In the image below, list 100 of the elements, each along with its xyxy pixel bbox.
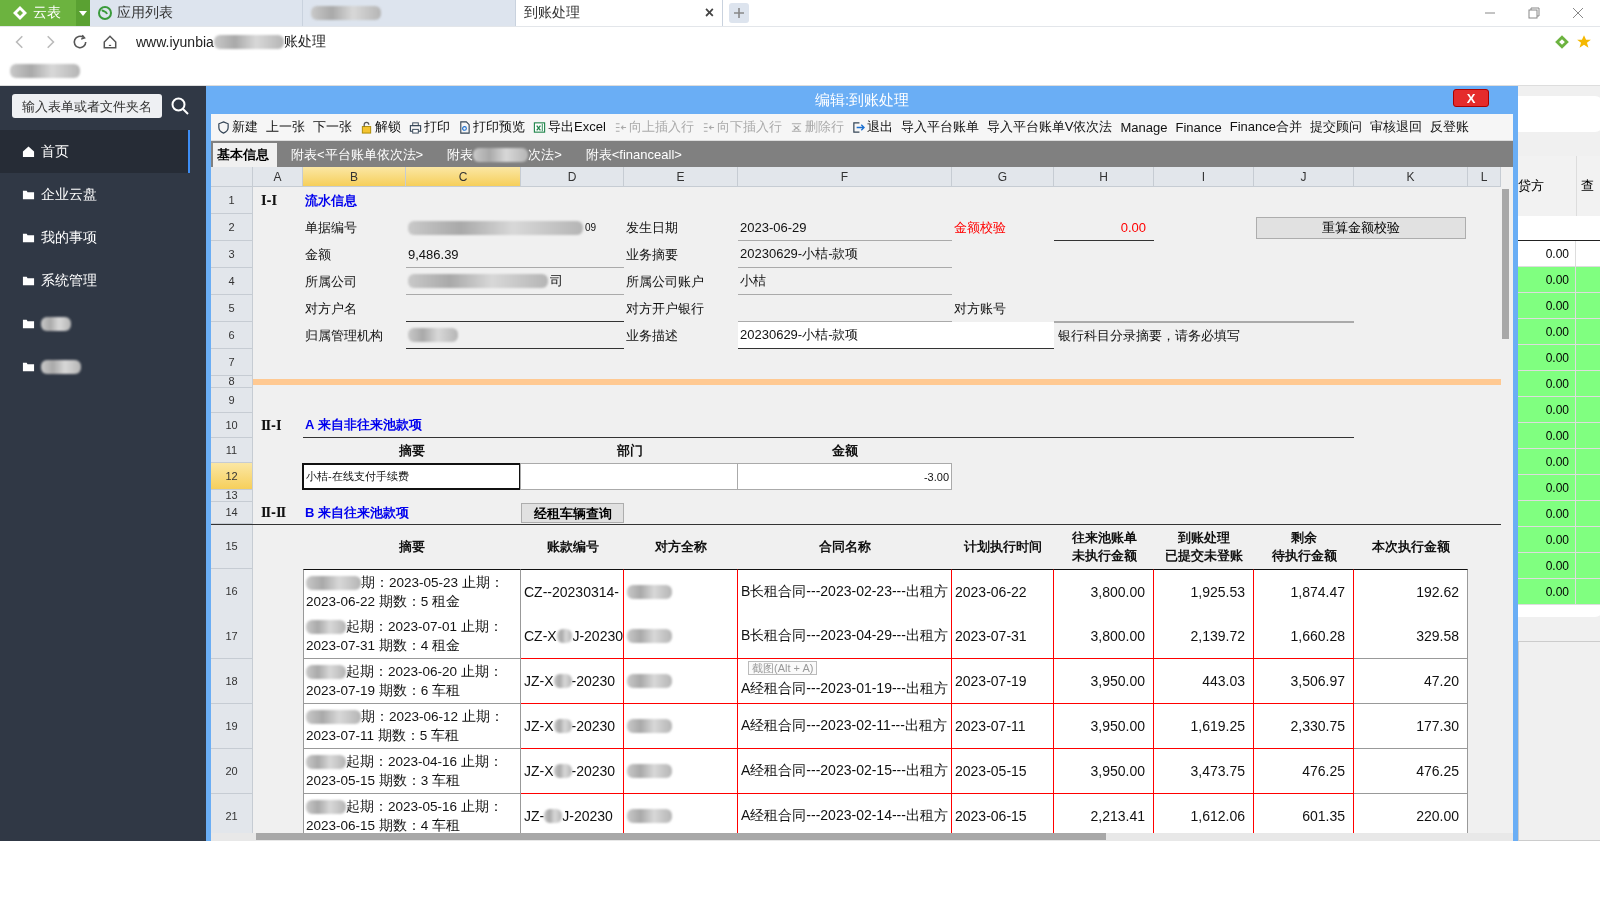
table-cell[interactable] xyxy=(624,659,738,704)
row-number[interactable]: 13 xyxy=(211,490,253,502)
column-header[interactable]: D xyxy=(521,167,624,187)
table-cell[interactable]: CZ--20230314- xyxy=(521,569,624,615)
address-field[interactable]: www.iyunbia 账处理 xyxy=(136,33,326,51)
toolbar-button[interactable]: 新建 xyxy=(217,118,258,136)
field-value[interactable]: 20230629-小桔-款项 xyxy=(738,241,952,268)
table-cell[interactable]: 329.58 xyxy=(1354,614,1468,659)
row-number[interactable]: 16 xyxy=(211,569,253,615)
table-cell[interactable]: 47.20 xyxy=(1354,659,1468,704)
toolbar-button[interactable]: 解锁 xyxy=(360,118,401,136)
row-number[interactable]: 17 xyxy=(211,614,253,659)
field-value[interactable]: 9,486.39 xyxy=(406,241,624,268)
table-cell[interactable]: 1,660.28 xyxy=(1254,614,1354,659)
dropdown-button[interactable] xyxy=(76,0,90,26)
column-header[interactable]: F xyxy=(738,167,952,187)
table-cell[interactable]: B长租合同---2023-04-29---出租方 xyxy=(738,614,952,659)
toolbar-button[interactable]: 退出 xyxy=(851,118,893,136)
row-number[interactable]: 10 xyxy=(211,413,253,438)
column-header[interactable]: C xyxy=(406,167,521,187)
table-cell[interactable]: 2,139.72 xyxy=(1154,614,1254,659)
sheet-tab[interactable]: 附表 次法> xyxy=(437,143,572,167)
table-cell[interactable]: 2023-07-31 xyxy=(952,614,1054,659)
table-cell[interactable]: 1,619.25 xyxy=(1154,704,1254,749)
row-number[interactable]: 9 xyxy=(211,388,253,413)
toolbar-button[interactable]: 打印预览 xyxy=(458,118,525,136)
table-cell[interactable]: 2,330.75 xyxy=(1254,704,1354,749)
row-number[interactable]: 20 xyxy=(211,749,253,794)
column-header[interactable]: B xyxy=(303,167,406,187)
field-value[interactable]: 小桔 xyxy=(738,268,952,295)
table-cell[interactable]: B长租合同---2023-02-23---出租方 xyxy=(738,569,952,615)
table-cell[interactable]: 起期：2023-07-01 止期：2023-07-31 期数：4 租金 xyxy=(303,614,521,659)
browser-tab[interactable] xyxy=(303,0,516,26)
toolbar-button[interactable]: Finance xyxy=(1175,119,1222,135)
input-field[interactable]: 20230629-小桔-款项 xyxy=(738,322,1054,349)
table-cell[interactable]: 3,950.00 xyxy=(1054,749,1154,794)
column-header[interactable]: E xyxy=(624,167,738,187)
column-header[interactable]: J xyxy=(1254,167,1354,187)
browser-tab[interactable]: 应用列表 xyxy=(90,0,303,26)
close-button[interactable]: X xyxy=(1453,89,1489,107)
reload-icon[interactable] xyxy=(72,34,88,50)
row-number[interactable]: 3 xyxy=(211,241,253,268)
column-header[interactable]: A xyxy=(253,167,303,187)
sidebar-item[interactable]: 我的事项 xyxy=(0,216,206,259)
table-cell[interactable]: 小桔-在线支付手续费 xyxy=(302,463,521,490)
row-number[interactable]: 19 xyxy=(211,704,253,749)
sheet-tab[interactable]: 基本信息 xyxy=(213,143,277,167)
table-cell[interactable] xyxy=(624,749,738,794)
table-cell[interactable]: 192.62 xyxy=(1354,569,1468,615)
search-icon[interactable] xyxy=(170,96,190,116)
sheet-tab[interactable]: 附表<financeall> xyxy=(575,143,692,167)
row-number[interactable]: 4 xyxy=(211,268,253,295)
row-number[interactable]: 7 xyxy=(211,349,253,376)
table-cell[interactable]: 起期：2023-04-16 止期：2023-05-15 期数：3 车租 xyxy=(303,749,521,794)
field-value[interactable]: 2023-06-29 xyxy=(738,214,952,241)
scrollbar-thumb[interactable] xyxy=(256,833,1106,840)
table-cell[interactable] xyxy=(624,569,738,615)
table-cell[interactable]: A经租合同---2023-02-11---出租方 xyxy=(738,704,952,749)
sheet-corner[interactable] xyxy=(211,167,253,187)
field-value[interactable]: 09 xyxy=(406,214,624,241)
field-value[interactable]: 司 xyxy=(406,268,624,295)
restore-icon[interactable] xyxy=(1528,7,1540,19)
sidebar-item[interactable]: 首页 xyxy=(0,130,190,173)
row-number[interactable]: 1 xyxy=(211,187,253,214)
table-cell[interactable] xyxy=(624,614,738,659)
row-number[interactable]: 2 xyxy=(211,214,253,241)
search-field[interactable]: 输入表单或者文件夹名 xyxy=(12,94,162,118)
table-cell[interactable]: 1,925.53 xyxy=(1154,569,1254,615)
toolbar-button[interactable]: 反登账 xyxy=(1429,118,1469,136)
table-cell[interactable] xyxy=(520,463,738,490)
table-cell[interactable]: 3,800.00 xyxy=(1054,569,1154,615)
toolbar-button[interactable]: Manage xyxy=(1120,119,1168,135)
table-cell[interactable]: 期：2023-05-23 止期：2023-06-22 期数：5 租金 xyxy=(303,569,521,615)
scrollbar-thumb[interactable] xyxy=(1502,189,1509,339)
vehicle-query-button[interactable]: 经租车辆查询 xyxy=(521,503,624,523)
recalculate-button[interactable]: 重算金额校验 xyxy=(1256,216,1466,239)
table-cell[interactable]: -3.00 xyxy=(737,463,952,490)
table-cell[interactable]: 2023-07-19 xyxy=(952,659,1054,704)
table-cell[interactable]: JZ-X -20230 xyxy=(521,704,624,749)
row-number[interactable]: 15 xyxy=(211,525,253,569)
new-tab-button[interactable] xyxy=(729,3,749,23)
toolbar-button[interactable]: 打印 xyxy=(409,118,450,136)
toolbar-button[interactable]: 上一张 xyxy=(266,118,305,136)
column-header[interactable]: L xyxy=(1468,167,1501,187)
row-number[interactable]: 11 xyxy=(211,438,253,463)
column-header[interactable]: I xyxy=(1154,167,1254,187)
row-number[interactable]: 6 xyxy=(211,322,253,349)
sheet-tab[interactable]: 附表<平台账单依次法> xyxy=(281,143,434,167)
toolbar-button[interactable]: 导入平台账单V依次法 xyxy=(986,118,1113,136)
table-cell[interactable]: 3,950.00 xyxy=(1054,704,1154,749)
toolbar-button[interactable]: 提交顾问 xyxy=(1309,118,1362,136)
table-cell[interactable]: 3,473.75 xyxy=(1154,749,1254,794)
table-cell[interactable]: 177.30 xyxy=(1354,704,1468,749)
toolbar-button[interactable]: 导出Excel xyxy=(533,118,606,136)
table-cell[interactable]: 3,506.97 xyxy=(1254,659,1354,704)
row-number[interactable]: 8 xyxy=(211,376,253,388)
star-icon[interactable] xyxy=(1576,34,1592,50)
row-number[interactable]: 18 xyxy=(211,659,253,704)
column-header[interactable]: G xyxy=(952,167,1054,187)
table-cell[interactable]: JZ-X -20230 xyxy=(521,659,624,704)
